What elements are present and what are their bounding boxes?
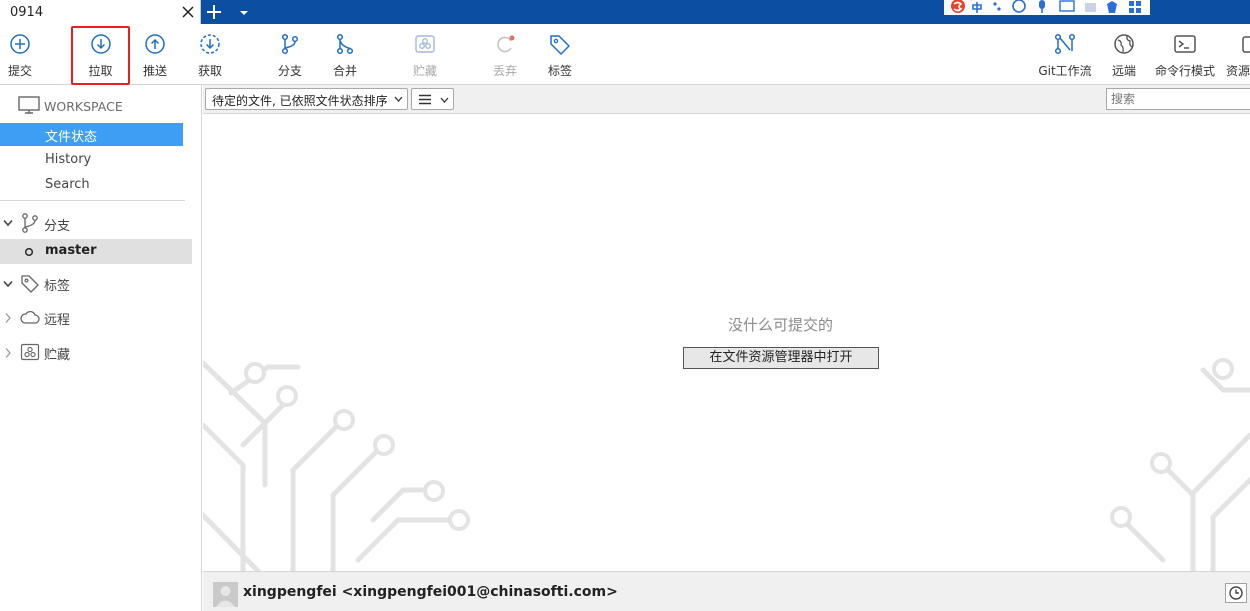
plus-icon[interactable]	[206, 4, 222, 20]
chevron-right-icon	[5, 313, 11, 323]
repo-tab[interactable]: 0914	[0, 0, 201, 26]
tag-icon	[550, 35, 570, 55]
plus-circle-icon	[10, 34, 30, 54]
user-icon	[216, 586, 235, 607]
commit-button[interactable]: 提交	[0, 24, 40, 84]
workspace-label: WORKSPACE	[44, 99, 123, 114]
status-bar: xingpengfei <xingpengfei001@chinasofti.c…	[203, 571, 1250, 611]
stashes-label: 贮藏	[44, 348, 71, 363]
remote-button[interactable]: 远端	[1106, 24, 1142, 84]
tag-button[interactable]: 标签	[541, 24, 579, 84]
stashes-section[interactable]: 贮藏	[0, 341, 192, 365]
terminal-button[interactable]: 命令行模式	[1152, 24, 1218, 84]
sidebar-item-label: 文件状态	[45, 130, 98, 145]
current-branch-icon	[24, 247, 34, 257]
discard-button[interactable]: 丢弃	[486, 24, 524, 84]
tags-section[interactable]: 标签	[0, 272, 192, 296]
fetch-button[interactable]: 获取	[190, 24, 230, 84]
commit-label: 提交	[7, 64, 32, 78]
sidebar-item-label: History	[45, 152, 92, 167]
toolbar: 提交 拉取 推送 获取 分支 合并 贮藏 丢弃 标签 Git工作流 远端 命令行…	[0, 24, 1250, 85]
tag-icon	[21, 275, 39, 293]
branch-icon	[281, 33, 299, 55]
list-icon	[419, 94, 431, 105]
sidebar: WORKSPACE 文件状态 History Search 分支 master …	[0, 85, 202, 611]
chevron-down-icon[interactable]	[239, 9, 249, 17]
explorer-button[interactable]: 资源	[1224, 24, 1250, 84]
explorer-label: 资源	[1226, 64, 1250, 78]
terminal-label: 命令行模式	[1154, 64, 1215, 78]
sidebar-item-file-status[interactable]: 文件状态	[0, 123, 183, 146]
tags-label: 标签	[44, 279, 71, 294]
sidebar-item-history[interactable]: History	[0, 148, 192, 172]
discard-label: 丢弃	[492, 64, 517, 78]
chevron-down-icon	[3, 280, 13, 288]
view-mode-select[interactable]	[411, 88, 454, 110]
app-window: 0914 提交 拉取 推送 获取 分支 合并 贮藏 丢弃 标签 Git工作流 远…	[0, 0, 1250, 611]
discard-icon	[497, 35, 515, 53]
git-flow-icon	[1054, 33, 1076, 55]
chevron-right-icon	[5, 348, 11, 358]
filter-bar: 待定的文件, 已依照文件状态排序	[203, 85, 1250, 114]
git-flow-label: Git工作流	[1038, 64, 1092, 78]
remotes-label: 远程	[44, 313, 71, 328]
branch-icon	[22, 213, 38, 233]
arrow-up-circle-icon	[145, 34, 165, 54]
remotes-section[interactable]: 远程	[0, 306, 192, 330]
monitor-icon	[18, 96, 40, 114]
fetch-icon	[200, 34, 220, 54]
branches-label: 分支	[44, 219, 71, 234]
empty-state-message: 没什么可提交的	[727, 316, 833, 334]
folder-icon	[1242, 36, 1250, 53]
stash-label: 贮藏	[412, 64, 437, 78]
chevron-down-icon	[440, 97, 449, 103]
branches-section[interactable]: 分支	[0, 211, 192, 235]
stash-button[interactable]: 贮藏	[406, 24, 444, 84]
branch-name: master	[45, 243, 97, 258]
merge-icon	[336, 33, 354, 55]
file-sort-value: 待定的文件, 已依照文件状态排序	[212, 94, 388, 108]
chevron-down-icon	[394, 96, 403, 102]
chevron-down-icon	[3, 219, 13, 227]
merge-label: 合并	[332, 64, 357, 78]
merge-button[interactable]: 合并	[326, 24, 364, 84]
close-icon[interactable]	[181, 5, 195, 19]
avatar	[213, 582, 238, 607]
branch-button[interactable]: 分支	[271, 24, 309, 84]
stash-icon	[415, 35, 435, 53]
history-button[interactable]	[1225, 583, 1247, 603]
sidebar-item-label: Search	[45, 177, 90, 192]
clock-icon	[1229, 586, 1243, 600]
ime-toolbar	[944, 0, 1150, 15]
sidebar-divider	[0, 200, 185, 201]
workspace-header[interactable]: WORKSPACE	[0, 94, 192, 118]
file-sort-select[interactable]: 待定的文件, 已依照文件状态排序	[205, 88, 408, 110]
stash-icon	[20, 343, 40, 361]
globe-icon	[1114, 34, 1134, 54]
branch-item-master[interactable]: master	[0, 239, 192, 264]
tab-title: 0914	[10, 5, 44, 20]
cloud-icon	[20, 310, 40, 324]
sidebar-item-search[interactable]: Search	[0, 173, 192, 197]
tag-label: 标签	[547, 64, 572, 78]
terminal-icon	[1174, 35, 1196, 53]
remote-label: 远端	[1111, 64, 1136, 78]
push-label: 推送	[142, 64, 167, 78]
main-content: 待定的文件, 已依照文件状态排序 没什么可提交的 在文件资源管理器中打开	[203, 85, 1250, 571]
highlight-box	[71, 26, 130, 85]
search-input[interactable]	[1106, 88, 1250, 110]
branch-label: 分支	[277, 64, 302, 78]
tab-bar: 0914	[0, 0, 1250, 26]
push-button[interactable]: 推送	[136, 24, 174, 84]
circuit-background	[203, 358, 1250, 571]
git-flow-button[interactable]: Git工作流	[1036, 24, 1094, 84]
user-identity: xingpengfei <xingpengfei001@chinasofti.c…	[243, 584, 618, 600]
fetch-label: 获取	[197, 64, 222, 78]
